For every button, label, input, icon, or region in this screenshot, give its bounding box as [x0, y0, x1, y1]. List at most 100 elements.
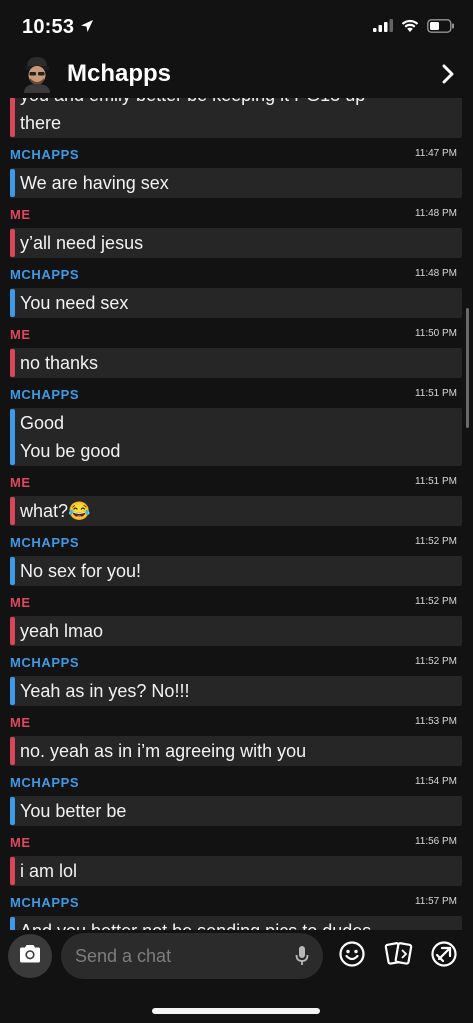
message-item[interactable]: you and emily better be keeping it PG13 … — [0, 98, 473, 140]
sender-label: ME — [10, 327, 31, 342]
cards-icon[interactable] — [384, 940, 414, 973]
sender-label: MCHAPPS — [10, 655, 80, 670]
message-bubble[interactable]: You better be — [10, 796, 462, 826]
contact-name[interactable]: Mchapps — [67, 60, 171, 88]
message-text: y’all need jesus — [20, 233, 144, 253]
message-item[interactable]: ME 11:56 PM i am lol — [0, 828, 473, 888]
message-bubble[interactable]: no. yeah as in i’m agreeing with you — [10, 736, 462, 766]
smiley-icon[interactable] — [338, 940, 366, 973]
message-item[interactable]: ME 11:51 PM what?😂 — [0, 468, 473, 528]
message-text: You better be — [20, 801, 127, 821]
message-item[interactable]: MCHAPPS 11:51 PM Good You be good — [0, 380, 473, 468]
camera-button[interactable] — [8, 934, 52, 978]
sender-label: MCHAPPS — [10, 147, 80, 162]
sender-label: MCHAPPS — [10, 775, 80, 790]
cellular-signal-icon — [373, 19, 393, 37]
status-time: 10:53 — [22, 16, 75, 38]
message-timestamp: 11:53 PM — [414, 716, 457, 727]
message-item[interactable]: MCHAPPS 11:52 PM No sex for you! — [0, 528, 473, 588]
message-bubble[interactable]: no thanks — [10, 348, 462, 378]
microphone-icon[interactable] — [295, 945, 309, 972]
message-bubble[interactable]: y’all need jesus — [10, 228, 462, 258]
message-text: Yeah as in yes? No!!! — [20, 681, 190, 701]
message-header: ME 11:51 PM — [0, 468, 473, 496]
message-header: ME 11:50 PM — [0, 320, 473, 348]
message-bubble[interactable]: yeah lmao — [10, 616, 462, 646]
message-text: you and emily better be keeping it PG13 … — [10, 98, 462, 109]
message-item[interactable]: ME 11:50 PM no thanks — [0, 320, 473, 380]
message-bubble[interactable]: you and emily better be keeping it PG13 … — [10, 98, 462, 138]
message-header: MCHAPPS 11:52 PM — [0, 648, 473, 676]
message-bubble[interactable]: You need sex — [10, 288, 462, 318]
message-item[interactable]: ME 11:48 PM y’all need jesus — [0, 200, 473, 260]
sender-label: MCHAPPS — [10, 535, 80, 550]
status-icons — [373, 18, 455, 38]
battery-icon — [427, 18, 455, 38]
message-text: i am lol — [20, 861, 78, 881]
message-item[interactable]: MCHAPPS 11:47 PM We are having sex — [0, 140, 473, 200]
chevron-right-icon[interactable] — [441, 64, 455, 89]
location-arrow-icon — [80, 19, 94, 38]
message-item[interactable]: ME 11:52 PM yeah lmao — [0, 588, 473, 648]
sender-label: ME — [10, 835, 31, 850]
sender-label: MCHAPPS — [10, 895, 80, 910]
rocket-icon[interactable] — [430, 940, 458, 973]
message-timestamp: 11:57 PM — [414, 896, 457, 907]
message-timestamp: 11:48 PM — [414, 208, 457, 219]
message-bubble[interactable]: i am lol — [10, 856, 462, 886]
message-timestamp: 11:52 PM — [414, 656, 457, 667]
message-header: ME 11:53 PM — [0, 708, 473, 736]
avatar[interactable] — [20, 55, 54, 93]
message-item[interactable]: MCHAPPS 11:54 PM You better be — [0, 768, 473, 828]
message-bubble[interactable]: And you better not be sending pics to du… — [10, 916, 462, 930]
chat-input-wrapper — [61, 933, 323, 979]
message-timestamp: 11:52 PM — [414, 536, 457, 547]
status-bar: 10:53 — [0, 0, 473, 52]
message-text: And you better not be sending pics to du… — [10, 917, 462, 930]
composer-bar — [0, 930, 473, 1023]
message-bubble[interactable]: Yeah as in yes? No!!! — [10, 676, 462, 706]
message-list-inner: you and emily better be keeping it PG13 … — [0, 98, 473, 930]
sender-label: ME — [10, 475, 31, 490]
message-timestamp: 11:51 PM — [414, 476, 457, 487]
wifi-icon — [401, 19, 419, 38]
message-bubble[interactable]: what?😂 — [10, 496, 462, 526]
sender-label: MCHAPPS — [10, 387, 80, 402]
message-timestamp: 11:54 PM — [414, 776, 457, 787]
message-timestamp: 11:50 PM — [414, 328, 457, 339]
message-text: Good — [20, 413, 65, 433]
message-timestamp: 11:47 PM — [414, 148, 457, 159]
message-list[interactable]: you and emily better be keeping it PG13 … — [0, 98, 473, 930]
message-header: MCHAPPS 11:51 PM — [0, 380, 473, 408]
message-header: ME 11:48 PM — [0, 200, 473, 228]
chat-input[interactable] — [75, 933, 285, 979]
message-header: MCHAPPS 11:54 PM — [0, 768, 473, 796]
message-header: ME 11:56 PM — [0, 828, 473, 856]
message-bubble[interactable]: No sex for you! — [10, 556, 462, 586]
message-header: ME 11:52 PM — [0, 588, 473, 616]
message-text: You need sex — [20, 293, 129, 313]
message-item[interactable]: ME 11:53 PM no. yeah as in i’m agreeing wi… — [0, 708, 473, 768]
message-text: no. yeah as in i’m agreeing with you — [20, 741, 307, 761]
camera-icon — [18, 944, 42, 969]
message-item[interactable]: MCHAPPS 11:52 PM Yeah as in yes? No!!! — [0, 648, 473, 708]
message-item[interactable]: MCHAPPS 11:57 PM And you better not be sen… — [0, 888, 473, 930]
scrollbar[interactable] — [466, 308, 469, 428]
message-bubble[interactable]: Good You be good — [10, 408, 462, 466]
message-timestamp: 11:56 PM — [414, 836, 457, 847]
message-text: there — [20, 113, 62, 133]
message-timestamp: 11:51 PM — [414, 388, 457, 399]
home-indicator[interactable] — [152, 1008, 320, 1014]
message-text: We are having sex — [20, 173, 169, 193]
message-timestamp: 11:52 PM — [414, 596, 457, 607]
message-text: No sex for you! — [20, 561, 142, 581]
message-bubble[interactable]: We are having sex — [10, 168, 462, 198]
message-header: MCHAPPS 11:48 PM — [0, 260, 473, 288]
message-header: MCHAPPS 11:57 PM — [0, 888, 473, 916]
sender-label: MCHAPPS — [10, 267, 80, 282]
message-timestamp: 11:48 PM — [414, 268, 457, 279]
message-item[interactable]: MCHAPPS 11:48 PM You need sex — [0, 260, 473, 320]
message-text: no thanks — [20, 353, 99, 373]
sender-label: ME — [10, 595, 31, 610]
message-header: MCHAPPS 11:52 PM — [0, 528, 473, 556]
